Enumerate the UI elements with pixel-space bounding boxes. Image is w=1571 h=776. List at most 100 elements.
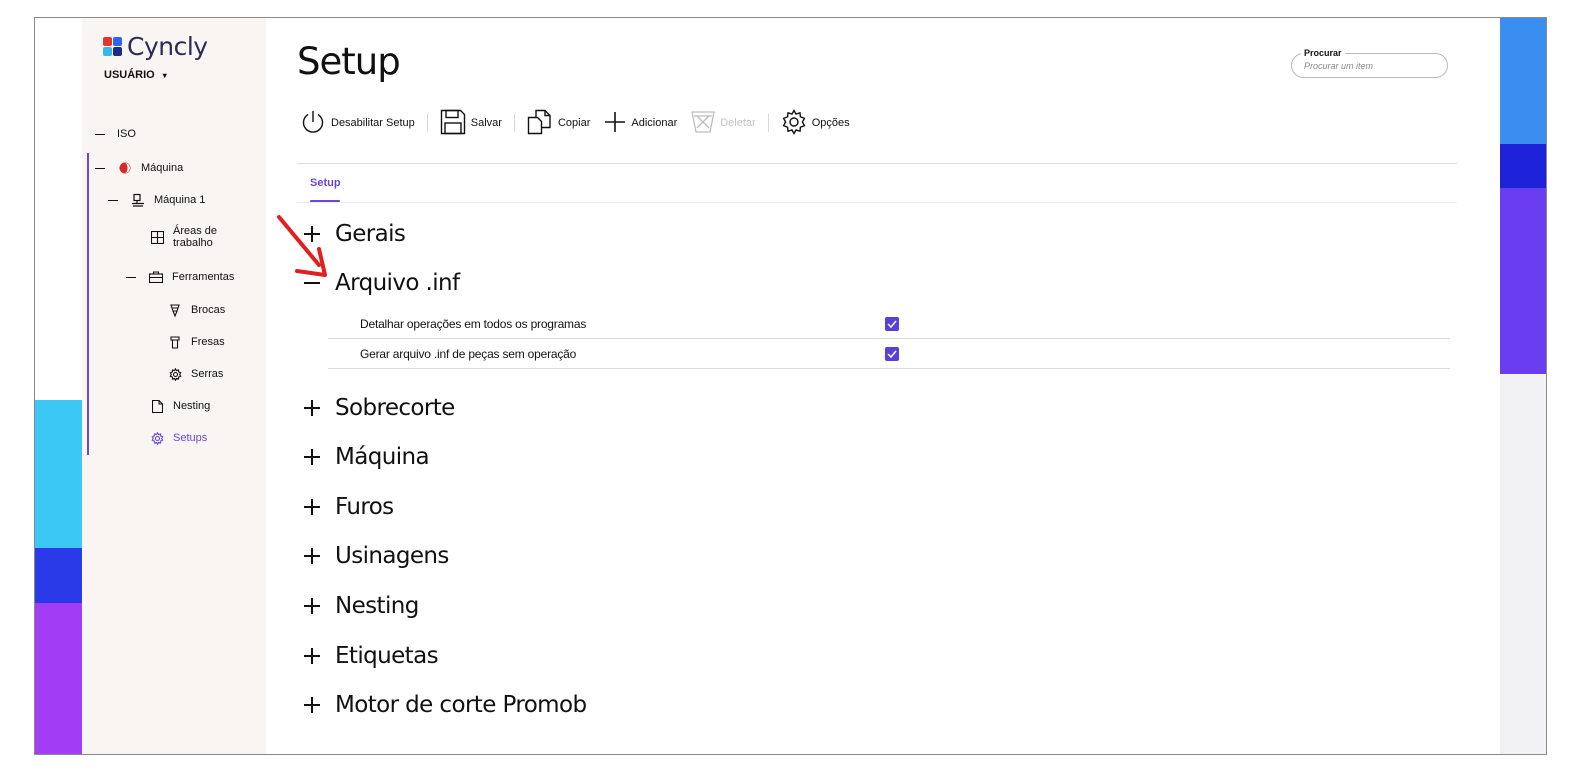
- copy-icon: [527, 109, 553, 138]
- section-title: Furos: [335, 494, 394, 520]
- option-row: Gerar arquivo .inf de peças sem operação: [328, 339, 1450, 369]
- sidebar-item-label: Setups: [173, 432, 208, 444]
- plus-icon: [604, 111, 626, 136]
- toolbox-icon: [148, 269, 164, 285]
- section-furos[interactable]: Furos: [304, 494, 394, 520]
- machine-logo-icon: [117, 160, 133, 176]
- checkbox-checked[interactable]: [885, 316, 899, 331]
- section-title: Arquivo .inf: [335, 270, 460, 296]
- section-title: Gerais: [335, 221, 406, 247]
- drill-bit-icon: [167, 302, 183, 318]
- expand-icon: [304, 548, 320, 564]
- collapse-icon[interactable]: [95, 167, 105, 169]
- sidebar-item-iso[interactable]: ISO: [95, 128, 136, 140]
- gear-icon: [781, 108, 807, 138]
- sidebar-item-label: Máquina 1: [154, 194, 206, 206]
- expand-icon: [304, 648, 320, 664]
- toolbar: Desabilitar Setup Salvar Copiar Adiciona…: [300, 108, 850, 138]
- expand-icon: [304, 598, 320, 614]
- page-title: Setup: [297, 40, 401, 83]
- section-sobrecorte[interactable]: Sobrecorte: [304, 395, 455, 421]
- tab-setup[interactable]: Setup: [310, 177, 341, 189]
- sidebar: Cyncly USUÁRIO ▾ ISO Máquina Máquina 1 Á…: [82, 18, 266, 754]
- section-usinagens[interactable]: Usinagens: [304, 543, 449, 569]
- expand-icon: [304, 400, 320, 416]
- power-icon: [300, 109, 326, 138]
- gear-icon: [149, 430, 165, 446]
- save-button[interactable]: Salvar: [440, 109, 502, 138]
- option-label: Gerar arquivo .inf de peças sem operação: [360, 346, 577, 361]
- sidebar-item-ferramentas[interactable]: Ferramentas: [126, 269, 234, 285]
- option-label: Detalhar operações em todos os programas: [360, 316, 587, 331]
- section-title: Sobrecorte: [335, 395, 455, 421]
- copy-button[interactable]: Copiar: [527, 109, 590, 138]
- divider: [297, 163, 1457, 164]
- add-label: Adicionar: [631, 117, 678, 129]
- sidebar-item-serras[interactable]: Serras: [167, 366, 223, 382]
- main-content: Setup Procurar Desabilitar Setup Salvar: [266, 18, 1500, 754]
- expand-icon: [304, 697, 320, 713]
- sidebar-item-label: Fresas: [191, 336, 225, 348]
- sidebar-item-label: Nesting: [173, 400, 211, 412]
- sidebar-item-label: Brocas: [191, 304, 226, 316]
- options-label: Opções: [811, 117, 850, 129]
- app-window: Cyncly USUÁRIO ▾ ISO Máquina Máquina 1 Á…: [34, 17, 1547, 755]
- section-title: Nesting: [335, 593, 419, 619]
- search-field[interactable]: Procurar: [1291, 48, 1448, 78]
- disable-setup-label: Desabilitar Setup: [331, 117, 415, 129]
- brand-name: Cyncly: [127, 32, 208, 61]
- document-icon: [149, 398, 165, 414]
- sidebar-item-maquina[interactable]: Máquina: [95, 160, 183, 176]
- copy-label: Copiar: [557, 117, 591, 129]
- collapse-icon[interactable]: [126, 276, 136, 278]
- saw-icon: [167, 366, 183, 382]
- options-button[interactable]: Opções: [781, 108, 850, 138]
- annotation-arrow-icon: [277, 215, 327, 277]
- section-etiquetas[interactable]: Etiquetas: [304, 643, 439, 669]
- sidebar-item-brocas[interactable]: Brocas: [167, 302, 225, 318]
- divider: [297, 202, 1457, 203]
- trash-icon: [691, 110, 716, 137]
- sidebar-item-label: Máquina: [141, 162, 184, 174]
- save-icon: [440, 109, 466, 138]
- chevron-down-icon: ▾: [162, 70, 167, 80]
- machine-icon: [130, 192, 146, 208]
- sidebar-item-label: Áreas de trabalho: [173, 225, 218, 249]
- left-decoration: [35, 18, 82, 754]
- sidebar-item-fresas[interactable]: Fresas: [167, 334, 225, 350]
- expand-icon: [304, 499, 320, 515]
- collapse-icon[interactable]: [108, 199, 118, 201]
- cyncly-logo-icon: [103, 36, 123, 57]
- sidebar-item-setups[interactable]: Setups: [149, 430, 207, 446]
- sidebar-item-label: Serras: [191, 368, 224, 380]
- delete-button[interactable]: Deletar: [691, 110, 756, 137]
- tree-guide-line: [87, 153, 89, 455]
- collapse-icon[interactable]: [95, 133, 105, 135]
- search-input[interactable]: [1304, 61, 1434, 71]
- section-title: Etiquetas: [335, 643, 439, 669]
- add-button[interactable]: Adicionar: [604, 111, 677, 136]
- user-menu[interactable]: USUÁRIO ▾: [104, 69, 167, 81]
- disable-setup-button[interactable]: Desabilitar Setup: [300, 109, 415, 138]
- sidebar-item-areas-de-trabalho[interactable]: Áreas de trabalho: [149, 225, 225, 249]
- section-title: Motor de corte Promob: [335, 692, 587, 718]
- sidebar-item-nesting[interactable]: Nesting: [149, 398, 210, 414]
- section-nesting[interactable]: Nesting: [304, 593, 419, 619]
- section-title: Usinagens: [335, 543, 449, 569]
- delete-label: Deletar: [720, 117, 756, 129]
- sidebar-item-label: ISO: [117, 128, 136, 140]
- expand-icon: [304, 449, 320, 465]
- search-label: Procurar: [1301, 48, 1345, 58]
- grid-icon: [149, 229, 165, 245]
- sidebar-item-label: Ferramentas: [172, 271, 235, 283]
- user-label: USUÁRIO: [104, 69, 155, 81]
- section-maquina[interactable]: Máquina: [304, 444, 430, 470]
- sidebar-item-maquina-1[interactable]: Máquina 1: [108, 192, 205, 208]
- save-label: Salvar: [470, 117, 502, 129]
- right-decoration: [1498, 18, 1546, 754]
- checkbox-checked[interactable]: [885, 346, 899, 361]
- section-motor-de-corte-promob[interactable]: Motor de corte Promob: [304, 692, 587, 718]
- section-title: Máquina: [335, 444, 430, 470]
- brand-logo[interactable]: Cyncly: [103, 32, 208, 61]
- router-bit-icon: [167, 334, 183, 350]
